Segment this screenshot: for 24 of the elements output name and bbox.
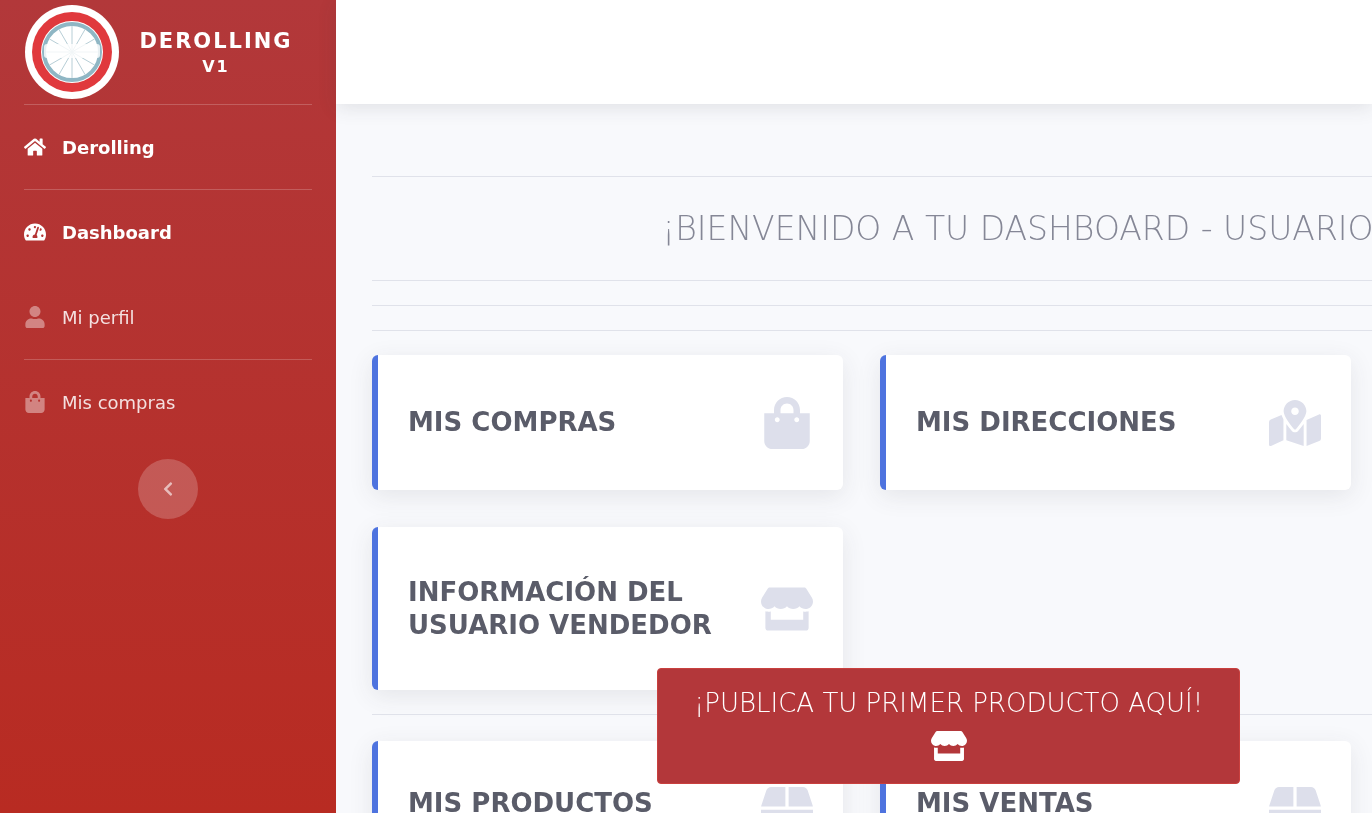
- user-icon: [24, 306, 46, 328]
- publish-product-toast[interactable]: ¡PUBLICA TU PRIMER PRODUCTO AQUÍ!: [657, 668, 1240, 784]
- page-heading: ¡BIENVENIDO A TU DASHBOARD - USUARIO: [661, 208, 1372, 250]
- dashboard-card[interactable]: MIS DIRECCIONES: [880, 355, 1351, 490]
- store-icon: [930, 728, 967, 764]
- dashboard-card[interactable]: INFORMACIÓN DEL USUARIO VENDEDOR: [372, 527, 843, 690]
- brand-title: DEROLLING: [139, 28, 293, 53]
- shopping-bag-icon: [24, 391, 46, 413]
- sidebar-item[interactable]: Mi perfil: [24, 275, 312, 360]
- sidebar-item[interactable]: Derolling: [24, 105, 312, 190]
- banner-text: ¡PUBLICA TU PRIMER PRODUCTO AQUÍ!: [693, 688, 1204, 718]
- card-title: MIS VENTAS: [916, 787, 1094, 813]
- card-title: MIS DIRECCIONES: [916, 406, 1177, 439]
- sidebar-item[interactable]: Mis compras: [24, 360, 312, 445]
- gauge-icon: [24, 221, 46, 243]
- dashboard-card[interactable]: MIS COMPRAS: [372, 355, 843, 490]
- home-icon: [24, 136, 46, 158]
- version-label: V1: [202, 56, 230, 76]
- card-title: MIS PRODUCTOS: [408, 787, 653, 813]
- card-title: MIS COMPRAS: [408, 406, 617, 439]
- shopping-bag-icon: [761, 396, 813, 449]
- wheel-logo[interactable]: [24, 4, 120, 100]
- sidebar-item[interactable]: Dashboard: [24, 190, 312, 275]
- card-title: INFORMACIÓN DEL USUARIO VENDEDOR: [408, 576, 713, 641]
